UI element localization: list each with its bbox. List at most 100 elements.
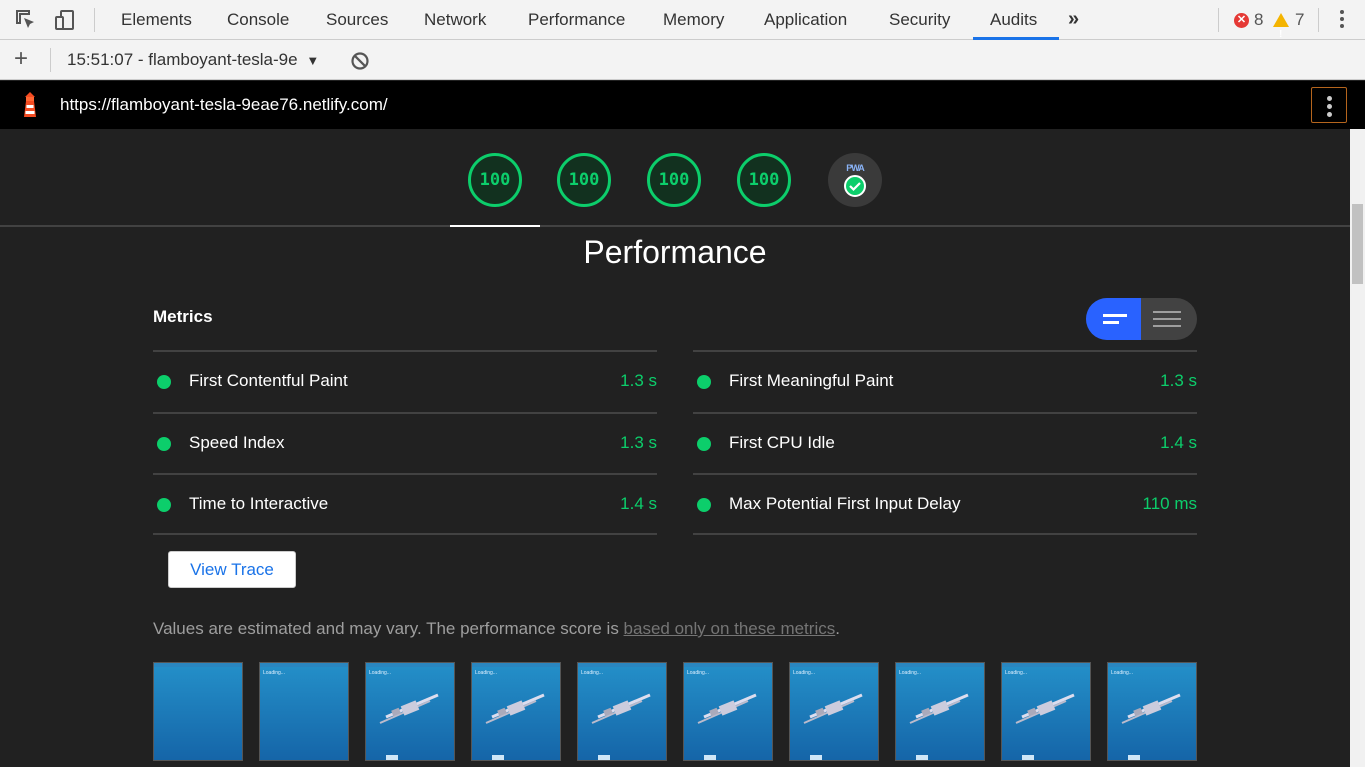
device-toolbar-icon[interactable]	[53, 8, 77, 32]
report-select[interactable]: 15:51:07 - flamboyant-tesla-9e ▼	[67, 40, 319, 80]
score-gauge-seo[interactable]: 100	[737, 153, 791, 207]
view-trace-button[interactable]: View Trace	[168, 551, 296, 588]
frame-loading-text: Loading...	[475, 670, 497, 676]
filmstrip: Loading... Loading... Loading... Loading...…	[153, 662, 1197, 767]
devtools-menu-icon[interactable]	[1336, 10, 1348, 30]
frame-image	[909, 693, 969, 724]
pwa-badge[interactable]: PWA	[828, 153, 882, 207]
metric-value: 1.3 s	[620, 432, 657, 452]
metric-name: Time to Interactive	[189, 494, 329, 513]
tab-memory[interactable]: Memory	[649, 0, 738, 40]
score-gauge-performance[interactable]: 100	[468, 153, 522, 207]
report-url: https://flamboyant-tesla-9eae76.netlify.…	[60, 95, 388, 114]
new-audit-button[interactable]: +	[14, 46, 28, 72]
pass-icon	[157, 375, 171, 389]
metric-name: First CPU Idle	[729, 432, 835, 452]
pass-icon	[697, 498, 711, 512]
category-title: Performance	[583, 234, 767, 270]
error-count: 8	[1254, 10, 1264, 29]
warning-icon: !	[1273, 13, 1289, 40]
score-header: 100 100 100 100 PWA	[0, 129, 1350, 227]
estimate-note: Values are estimated and may vary. The p…	[153, 619, 840, 639]
filmstrip-frame: Loading...	[1107, 662, 1197, 761]
frame-loading-text: Loading...	[369, 670, 391, 676]
metric-row: Speed Index 1.3 s	[153, 411, 657, 474]
estimate-note-end: .	[835, 619, 840, 638]
error-icon: ✕	[1234, 12, 1249, 28]
filmstrip-frame: Loading...	[259, 662, 349, 761]
error-counter[interactable]: ✕ 8	[1234, 0, 1263, 40]
pass-icon	[157, 498, 171, 512]
report-tools-menu-button[interactable]	[1311, 87, 1347, 123]
report-topbar: https://flamboyant-tesla-9eae76.netlify.…	[0, 81, 1365, 129]
metric-value: 1.4 s	[620, 494, 657, 513]
toolbar-divider	[94, 8, 95, 32]
frame-loading-text: Loading...	[263, 670, 285, 676]
metric-row: Max Potential First Input Delay 110 ms	[693, 473, 1197, 535]
estimate-note-text: Values are estimated and may vary. The p…	[153, 619, 624, 638]
metric-name: Speed Index	[189, 432, 285, 452]
compact-view-icon[interactable]	[1086, 298, 1141, 340]
frame-image	[591, 693, 651, 724]
frame-loading-text: Loading...	[899, 670, 921, 676]
metric-value: 1.3 s	[1160, 371, 1197, 390]
pass-icon	[157, 436, 171, 451]
chevron-down-icon: ▼	[306, 53, 320, 68]
score-calculation-link[interactable]: based only on these metrics	[624, 619, 836, 638]
more-tabs-icon[interactable]: »	[1068, 8, 1079, 31]
filmstrip-frame	[153, 662, 243, 761]
score-gauge-best-practices[interactable]: 100	[647, 153, 701, 207]
score-gauge-accessibility[interactable]: 100	[557, 153, 611, 207]
frame-image	[485, 693, 545, 724]
metrics-view-toggle[interactable]	[1086, 298, 1197, 340]
frame-image	[697, 693, 757, 724]
metric-name: First Contentful Paint	[189, 371, 348, 390]
metric-value: 1.3 s	[620, 371, 657, 390]
tab-elements[interactable]: Elements	[107, 0, 206, 40]
metrics-column-right: First Meaningful Paint 1.3 s First CPU I…	[693, 350, 1197, 535]
devtools-tab-bar: Elements Console Sources Network Perform…	[0, 0, 1365, 40]
pwa-label: PWA	[846, 163, 865, 173]
tab-console[interactable]: Console	[213, 0, 303, 40]
frame-image	[803, 693, 863, 724]
frame-image	[1121, 693, 1181, 724]
toolbar-divider	[1218, 8, 1219, 32]
tab-audits[interactable]: Audits	[976, 0, 1051, 40]
audits-toolbar: + 15:51:07 - flamboyant-tesla-9e ▼	[0, 40, 1365, 80]
lighthouse-logo-icon	[24, 92, 36, 117]
filmstrip-frame: Loading...	[683, 662, 773, 761]
frame-loading-text: Loading...	[1005, 670, 1027, 676]
clear-reports-icon[interactable]	[350, 51, 370, 71]
metric-row: First CPU Idle 1.4 s	[693, 411, 1197, 474]
metric-name: Max Potential First Input Delay	[729, 494, 961, 513]
tab-network[interactable]: Network	[410, 0, 500, 40]
metric-row: First Meaningful Paint 1.3 s	[693, 350, 1197, 412]
toolbar-divider	[50, 48, 51, 72]
frame-loading-text: Loading...	[581, 670, 603, 676]
filmstrip-frame: Loading...	[365, 662, 455, 761]
pass-icon	[697, 436, 711, 451]
frame-loading-text: Loading...	[687, 670, 709, 676]
metric-name: First Meaningful Paint	[729, 371, 894, 390]
tab-application[interactable]: Application	[750, 0, 861, 40]
filmstrip-frame: Loading...	[577, 662, 667, 761]
tab-performance[interactable]: Performance	[514, 0, 639, 40]
metric-row: First Contentful Paint 1.3 s	[153, 350, 657, 412]
metric-row: Time to Interactive 1.4 s	[153, 473, 657, 535]
frame-image	[1015, 693, 1075, 724]
tab-security[interactable]: Security	[875, 0, 964, 40]
filmstrip-frame: Loading...	[471, 662, 561, 761]
filmstrip-frame: Loading...	[1001, 662, 1091, 761]
active-score-indicator	[450, 225, 540, 227]
warning-count: 7	[1295, 10, 1305, 29]
tab-sources[interactable]: Sources	[312, 0, 402, 40]
metrics-column-left: First Contentful Paint 1.3 s Speed Index…	[153, 350, 657, 535]
check-icon	[844, 175, 866, 197]
frame-loading-text: Loading...	[793, 670, 815, 676]
scrollbar-thumb[interactable]	[1352, 204, 1363, 284]
metric-value: 1.4 s	[1160, 432, 1197, 452]
metric-value: 110 ms	[1142, 494, 1198, 513]
warning-counter[interactable]: ! 7	[1273, 0, 1304, 40]
frame-image	[379, 693, 439, 724]
inspect-element-icon[interactable]	[14, 8, 38, 32]
